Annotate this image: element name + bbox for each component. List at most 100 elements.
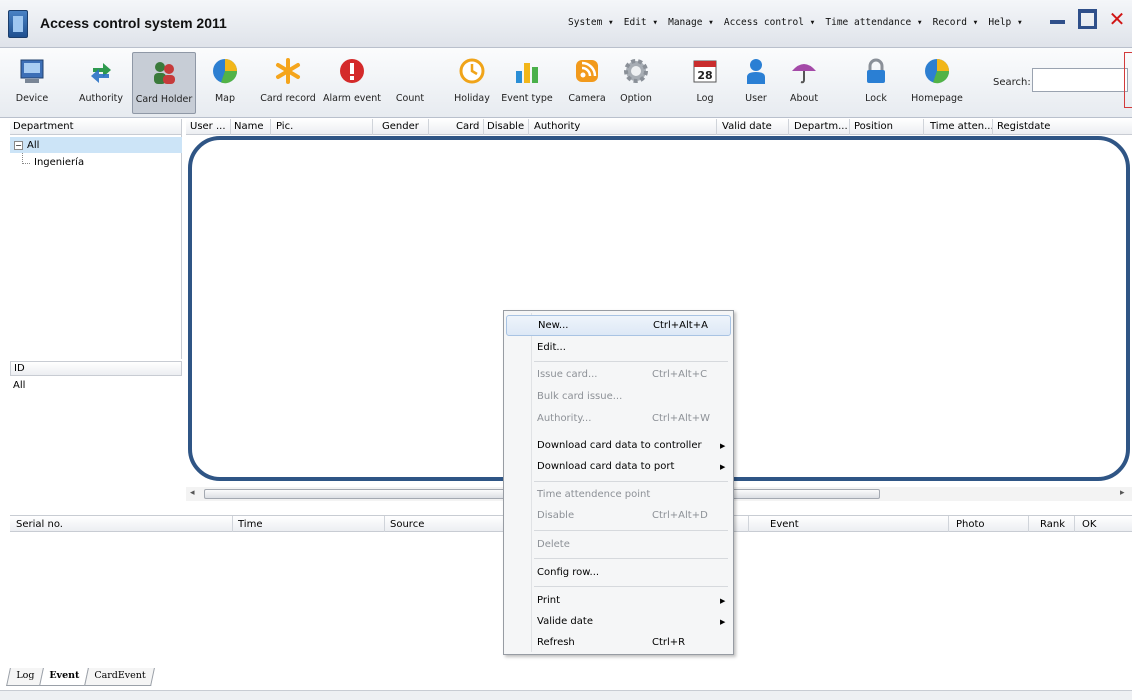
- column-registdate[interactable]: Registdate: [997, 121, 1050, 132]
- status-bar: [0, 690, 1132, 700]
- menu-item-download-to-controller[interactable]: Download card data to controller ▶: [506, 435, 731, 456]
- id-value[interactable]: All: [10, 376, 182, 395]
- user-icon: [741, 56, 771, 86]
- menu-time-attendance[interactable]: Time attendance ▾: [825, 17, 922, 28]
- menu-bar: System ▾ Edit ▾ Manage ▾ Access control …: [568, 17, 1023, 28]
- menu-item-delete[interactable]: Delete: [506, 534, 731, 555]
- menu-item-new[interactable]: New... Ctrl+Alt+A: [506, 315, 731, 336]
- close-button[interactable]: ✕: [1106, 7, 1128, 31]
- department-header: Department: [10, 119, 181, 135]
- toolbar-count-button[interactable]: Count: [392, 52, 428, 114]
- column-department[interactable]: Departm...: [794, 121, 848, 132]
- menu-item-config-row[interactable]: Config row...: [506, 562, 731, 583]
- toolbar-authority-button[interactable]: Authority: [76, 52, 126, 114]
- department-panel: Department − All Ingeniería: [10, 119, 182, 359]
- submenu-arrow-icon: ▶: [720, 596, 726, 605]
- menu-item-issue-card[interactable]: Issue card... Ctrl+Alt+C: [506, 364, 731, 385]
- toolbar-holiday-button[interactable]: Holiday: [452, 52, 492, 114]
- app-icon: [8, 10, 28, 38]
- menu-item-download-to-port[interactable]: Download card data to port ▶: [506, 456, 731, 477]
- toolbar-option-button[interactable]: Option: [616, 52, 656, 114]
- menu-item-valide-date[interactable]: Valide date ▶: [506, 611, 731, 632]
- column-source[interactable]: Source: [390, 519, 424, 530]
- menu-access-control[interactable]: Access control ▾: [724, 17, 816, 28]
- toolbar-lock-button[interactable]: Lock: [860, 52, 892, 114]
- menu-separator: [534, 586, 728, 587]
- tree-item-all-label: All: [27, 139, 40, 151]
- submenu-arrow-icon: ▶: [720, 617, 726, 626]
- title-bar: Access control system 2011 System ▾ Edit…: [0, 0, 1132, 48]
- column-photo[interactable]: Photo: [956, 519, 985, 530]
- device-icon: [17, 56, 47, 86]
- gear-icon: [621, 56, 651, 86]
- tab-event[interactable]: Event: [39, 668, 90, 686]
- sync-arrows-icon: [86, 56, 116, 86]
- alert-icon: [337, 56, 367, 86]
- column-position[interactable]: Position: [854, 121, 893, 132]
- column-gender[interactable]: Gender: [382, 121, 419, 132]
- toolbar-camera-button[interactable]: Camera: [566, 52, 608, 114]
- users-icon: [149, 57, 179, 87]
- menu-item-disable[interactable]: Disable Ctrl+Alt+D: [506, 505, 731, 526]
- tree-connector: [22, 153, 30, 164]
- column-ok[interactable]: OK: [1082, 519, 1096, 530]
- toolbar-card-record-button[interactable]: Card record: [258, 52, 318, 114]
- tab-log[interactable]: Log: [6, 668, 45, 686]
- menu-record[interactable]: Record ▾: [933, 17, 979, 28]
- scroll-right-icon[interactable]: ▸: [1120, 488, 1125, 498]
- search-input[interactable]: [1032, 68, 1128, 92]
- column-name[interactable]: Name: [234, 121, 264, 132]
- menu-item-refresh[interactable]: Refresh Ctrl+R: [506, 632, 731, 653]
- column-authority[interactable]: Authority: [534, 121, 580, 132]
- toolbar-alarm-event-button[interactable]: Alarm event: [320, 52, 384, 114]
- toolbar-device-button[interactable]: Device: [10, 52, 54, 114]
- column-disable[interactable]: Disable: [487, 121, 524, 132]
- tree-item-all[interactable]: − All: [10, 137, 182, 153]
- column-valid-date[interactable]: Valid date: [722, 121, 772, 132]
- column-user[interactable]: User ...: [190, 121, 226, 132]
- column-event[interactable]: Event: [770, 519, 799, 530]
- menu-item-edit[interactable]: Edit...: [506, 337, 731, 358]
- maximize-button[interactable]: [1076, 8, 1098, 30]
- toolbar-user-button[interactable]: User: [736, 52, 776, 114]
- toolbar-card-holder-button[interactable]: Card Holder: [132, 52, 196, 114]
- column-card[interactable]: Card: [456, 121, 479, 132]
- menu-system[interactable]: System ▾: [568, 17, 614, 28]
- menu-separator: [534, 558, 728, 559]
- corner-marker: [1124, 52, 1132, 108]
- bottom-tabs: Log Event CardEvent: [6, 668, 156, 686]
- menu-item-bulk-card-issue[interactable]: Bulk card issue...: [506, 386, 731, 407]
- menu-item-time-attendence-point[interactable]: Time attendence point: [506, 484, 731, 505]
- column-serial-no[interactable]: Serial no.: [16, 519, 63, 530]
- bar-chart-icon: [512, 56, 542, 86]
- column-rank[interactable]: Rank: [1040, 519, 1065, 530]
- menu-separator: [534, 361, 728, 362]
- column-time[interactable]: Time: [238, 519, 262, 530]
- id-header: ID: [10, 361, 182, 376]
- menu-manage[interactable]: Manage ▾: [668, 17, 714, 28]
- collapse-icon[interactable]: −: [14, 140, 23, 150]
- toolbar-about-button[interactable]: About: [784, 52, 824, 114]
- toolbar-map-button[interactable]: Map: [209, 52, 241, 114]
- context-menu: New... Ctrl+Alt+A Edit... Issue card... …: [503, 310, 734, 655]
- toolbar-event-type-button[interactable]: Event type: [501, 52, 553, 114]
- camera-feed-icon: [572, 56, 602, 86]
- column-time-attendance[interactable]: Time atten...: [930, 121, 994, 132]
- menu-item-print[interactable]: Print ▶: [506, 590, 731, 611]
- menu-item-authority[interactable]: Authority... Ctrl+Alt+W: [506, 408, 731, 429]
- toolbar-homepage-button[interactable]: Homepage: [911, 52, 963, 114]
- asterisk-icon: [273, 56, 303, 86]
- column-pic[interactable]: Pic.: [276, 121, 293, 132]
- scroll-left-icon[interactable]: ◂: [190, 488, 195, 498]
- tree-item-ingenieria[interactable]: Ingeniería: [34, 157, 84, 168]
- menu-help[interactable]: Help ▾: [988, 17, 1022, 28]
- pie-chart-icon: [210, 56, 240, 86]
- calendar-icon: 28: [690, 56, 720, 86]
- submenu-arrow-icon: ▶: [720, 462, 726, 471]
- tab-card-event[interactable]: CardEvent: [84, 668, 156, 686]
- globe-pie-icon: [922, 56, 952, 86]
- toolbar-log-button[interactable]: 28 Log: [690, 52, 720, 114]
- minimize-button[interactable]: [1046, 8, 1068, 30]
- id-panel: ID All: [10, 361, 182, 509]
- menu-edit[interactable]: Edit ▾: [624, 17, 658, 28]
